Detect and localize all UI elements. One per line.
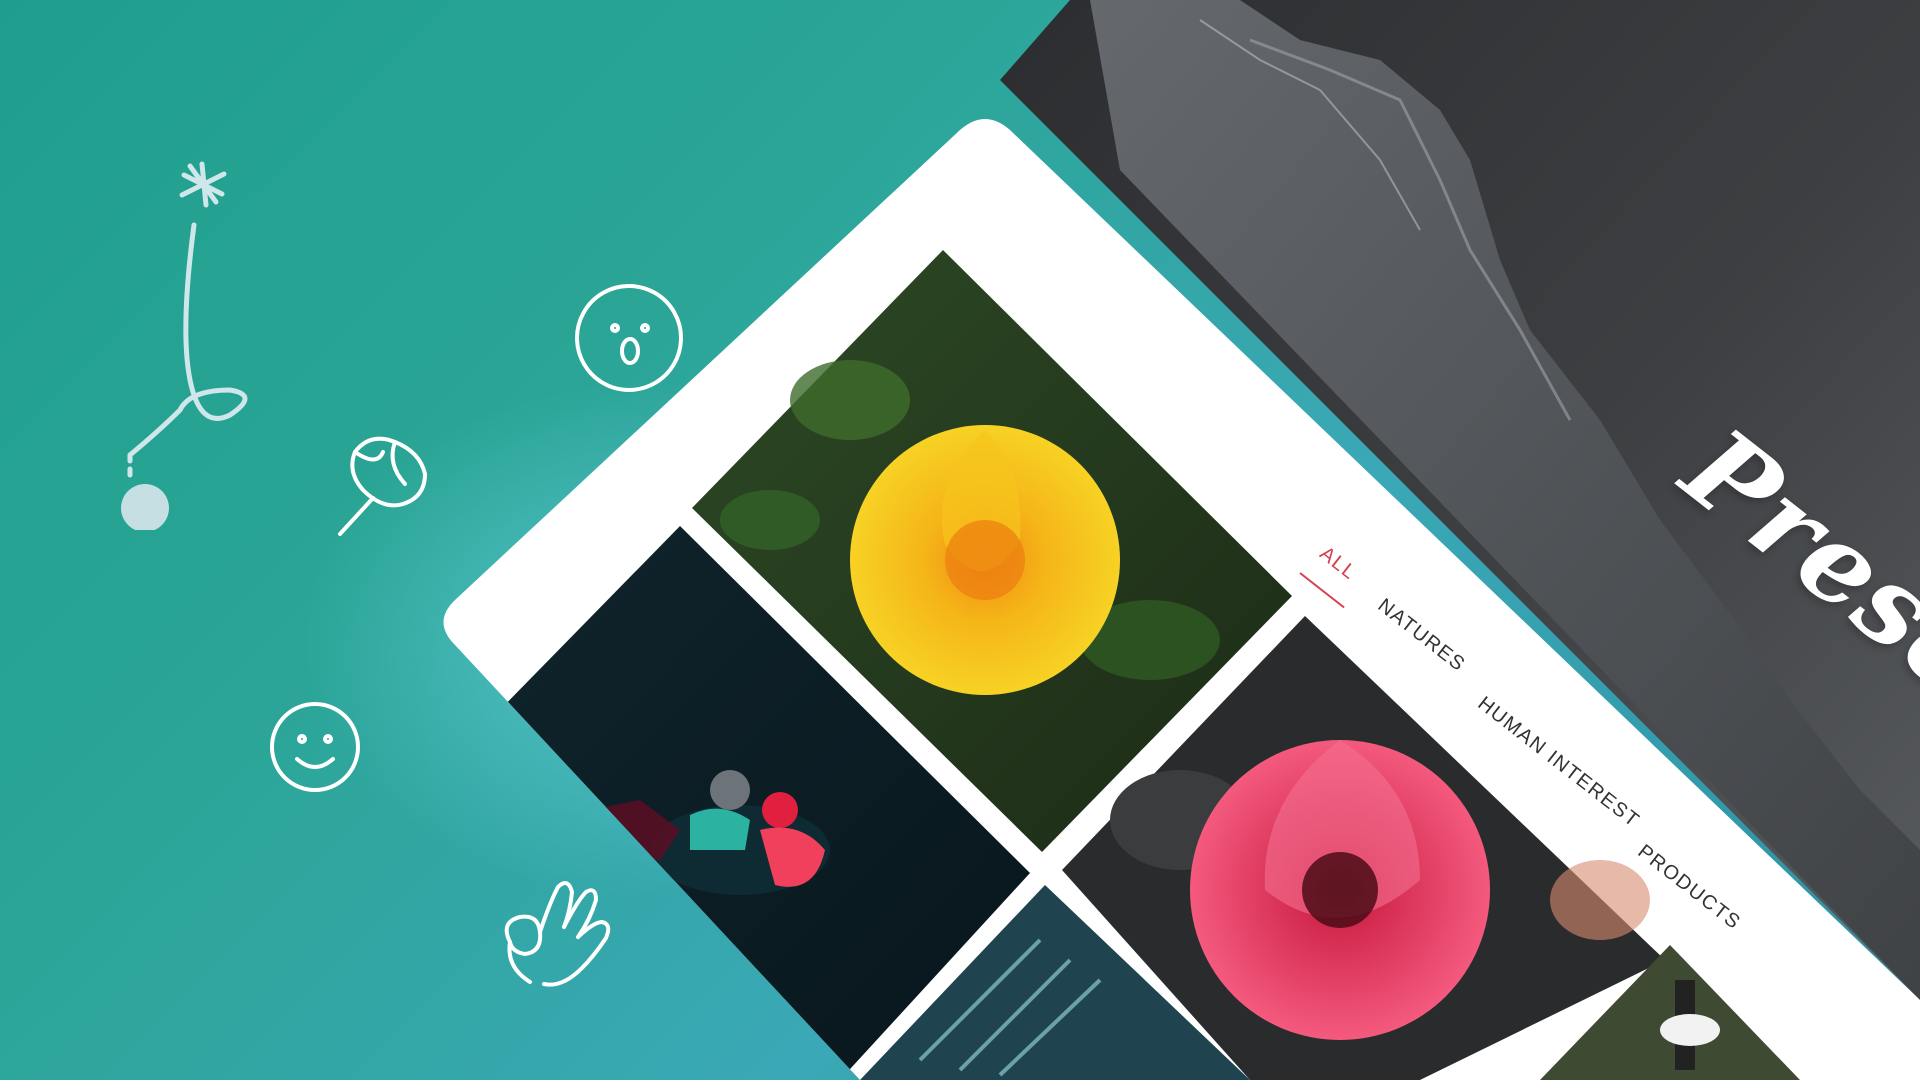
smiley-face-icon [270, 702, 360, 792]
surprised-face-icon [575, 284, 683, 392]
sparkle-trail-icon [121, 161, 248, 530]
ok-hand-icon [504, 881, 611, 987]
flower-bud-icon [338, 436, 427, 536]
tablet-device [443, 119, 1920, 1080]
hero-banner: Presents [0, 0, 1920, 1080]
